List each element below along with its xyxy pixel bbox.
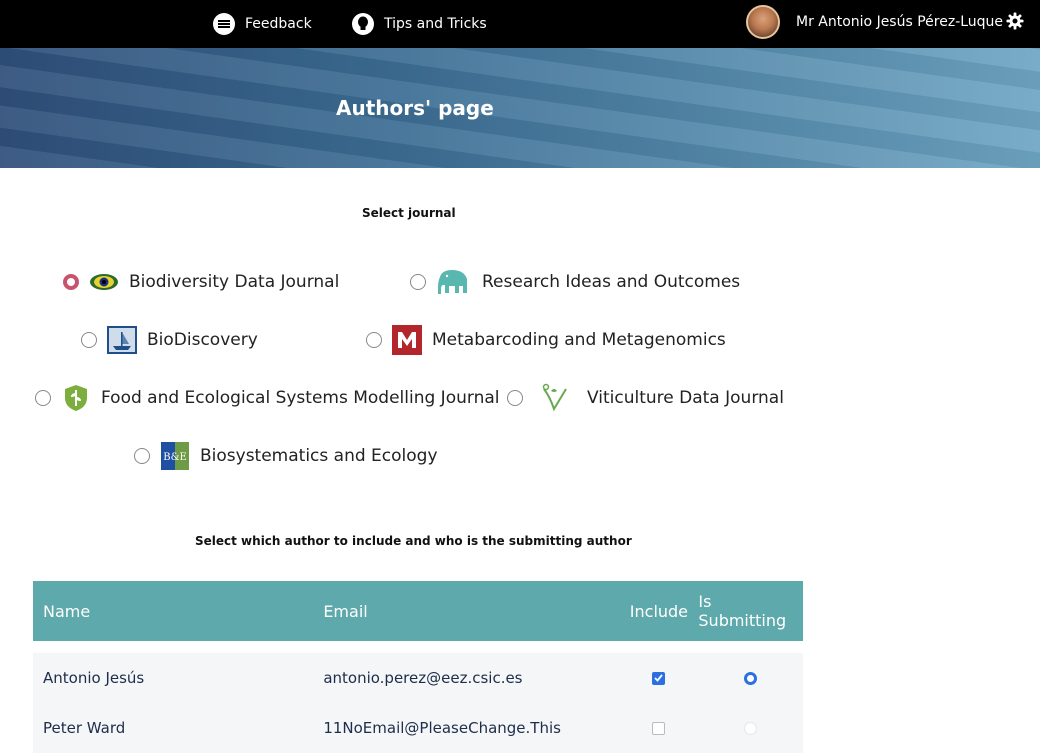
user-name: Mr Antonio Jesús Pérez-Luque	[796, 14, 1004, 30]
user-menu[interactable]: Mr Antonio Jesús Pérez-Luque	[746, 0, 1003, 44]
gear-icon[interactable]	[1006, 12, 1024, 30]
column-header-email: Email	[323, 601, 368, 621]
page-banner: Authors' page	[0, 48, 1040, 168]
include-checkbox[interactable]	[652, 721, 666, 735]
page-title: Authors' page	[336, 96, 494, 120]
eye-logo-icon	[89, 267, 119, 297]
journal-radio[interactable]	[507, 390, 523, 406]
journal-option-be[interactable]: B&E Biosystematics and Ecology	[134, 440, 438, 472]
journal-radio[interactable]	[366, 332, 382, 348]
metabarcoding-logo-icon	[392, 325, 422, 355]
svg-text:B&E: B&E	[163, 452, 187, 463]
include-checkbox[interactable]	[652, 671, 666, 685]
column-header-is-submitting: Is Submitting	[698, 592, 787, 630]
table-header: Name Email Include Is Submitting	[33, 581, 803, 641]
journal-option-rio[interactable]: Research Ideas and Outcomes	[410, 266, 740, 298]
table-row: Antonio Jesús antonio.perez@eez.csic.es	[33, 653, 803, 703]
author-selection-heading: Select which author to include and who i…	[195, 534, 632, 548]
shield-leaf-logo-icon	[61, 383, 91, 413]
column-header-include: Include	[629, 601, 689, 621]
journal-name: Viticulture Data Journal	[587, 388, 784, 408]
lightbulb-icon	[352, 13, 374, 35]
journal-name: Research Ideas and Outcomes	[482, 272, 741, 292]
journal-option-mbmg[interactable]: Metabarcoding and Metagenomics	[366, 324, 726, 356]
submitting-radio[interactable]	[744, 721, 758, 735]
journal-radio[interactable]	[81, 332, 97, 348]
feedback-label: Feedback	[245, 16, 312, 32]
tips-and-tricks-link[interactable]: Tips and Tricks	[352, 0, 487, 48]
journal-name: Metabarcoding and Metagenomics	[432, 330, 726, 350]
journal-name: Biodiversity Data Journal	[129, 272, 340, 292]
journal-radio[interactable]	[35, 390, 51, 406]
feedback-link[interactable]: Feedback	[213, 0, 312, 48]
journal-radio[interactable]	[410, 274, 426, 290]
elephant-logo-icon	[436, 267, 472, 297]
journal-radio[interactable]	[134, 448, 150, 464]
author-name: Antonio Jesús	[43, 669, 145, 687]
be-logo-icon: B&E	[160, 441, 190, 471]
column-header-name: Name	[43, 601, 91, 621]
table-row: Peter Ward 11NoEmail@PleaseChange.This	[33, 703, 803, 753]
journal-name: Biosystematics and Ecology	[200, 446, 438, 466]
journal-radio[interactable]	[63, 274, 79, 290]
vine-logo-icon	[533, 383, 577, 413]
tips-label: Tips and Tricks	[384, 16, 487, 32]
journal-name: Food and Ecological Systems Modelling Jo…	[101, 388, 500, 408]
author-email: 11NoEmail@PleaseChange.This	[323, 719, 561, 737]
journal-name: BioDiscovery	[147, 330, 258, 350]
author-email: antonio.perez@eez.csic.es	[323, 669, 523, 687]
submitting-radio[interactable]	[744, 671, 758, 685]
journal-option-fesmj[interactable]: Food and Ecological Systems Modelling Jo…	[35, 382, 499, 414]
feedback-icon	[213, 13, 235, 35]
authors-table: Name Email Include Is Submitting Antonio…	[33, 581, 803, 753]
select-journal-heading: Select journal	[362, 206, 456, 220]
author-name: Peter Ward	[43, 719, 126, 737]
journal-option-vdj[interactable]: Viticulture Data Journal	[507, 382, 784, 414]
journal-option-biodiscovery[interactable]: BioDiscovery	[81, 324, 258, 356]
ship-logo-icon	[107, 325, 137, 355]
avatar	[746, 5, 780, 39]
journal-option-bdj[interactable]: Biodiversity Data Journal	[63, 266, 339, 298]
top-navigation-bar: Feedback Tips and Tricks Mr Antonio Jesú…	[0, 0, 1040, 48]
